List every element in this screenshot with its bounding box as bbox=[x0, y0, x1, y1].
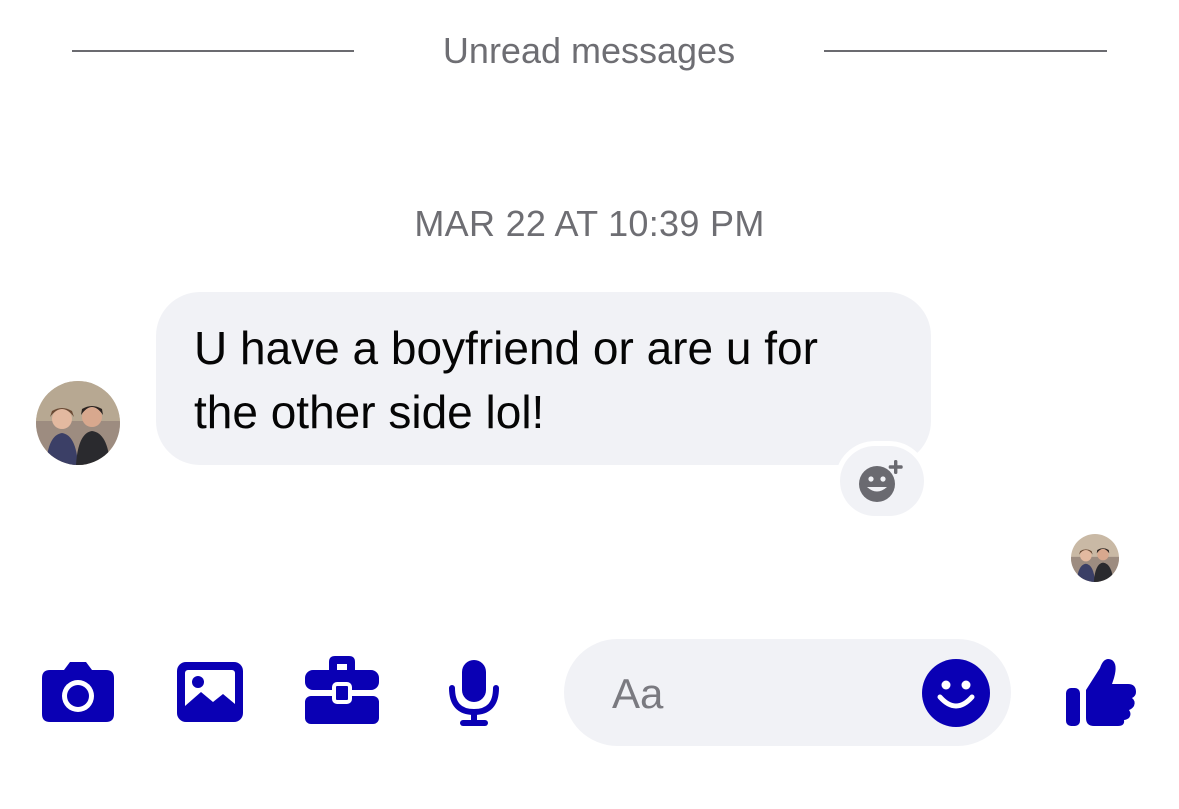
unread-messages-label: Unread messages bbox=[442, 30, 736, 71]
message-composer[interactable] bbox=[564, 639, 1011, 746]
gallery-button[interactable] bbox=[177, 662, 243, 722]
games-button[interactable] bbox=[305, 656, 379, 724]
image-icon bbox=[177, 662, 243, 722]
sender-avatar[interactable] bbox=[36, 381, 120, 465]
incoming-message-bubble[interactable]: U have a boyfriend or are u for the othe… bbox=[156, 292, 931, 465]
divider-line-left bbox=[72, 50, 354, 52]
like-button[interactable] bbox=[1066, 656, 1136, 726]
avatar-photo bbox=[36, 381, 120, 465]
message-input[interactable] bbox=[610, 665, 914, 723]
divider-line-right bbox=[824, 50, 1107, 52]
message-timestamp: MAR 22 AT 10:39 PM bbox=[414, 203, 765, 244]
emoji-button[interactable] bbox=[922, 659, 990, 727]
thumbs-up-icon bbox=[1066, 659, 1136, 726]
message-text: U have a boyfriend or are u for the othe… bbox=[194, 322, 818, 438]
briefcase-icon bbox=[305, 656, 379, 724]
microphone-button[interactable] bbox=[446, 660, 502, 726]
seen-receipt-avatar bbox=[1071, 534, 1119, 582]
camera-button[interactable] bbox=[42, 660, 114, 722]
add-reaction-button[interactable] bbox=[840, 446, 924, 516]
avatar-photo-small bbox=[1071, 534, 1119, 582]
smiley-icon bbox=[922, 659, 990, 727]
add-reaction-icon bbox=[859, 460, 903, 502]
microphone-icon bbox=[449, 660, 499, 726]
camera-icon bbox=[42, 662, 114, 722]
